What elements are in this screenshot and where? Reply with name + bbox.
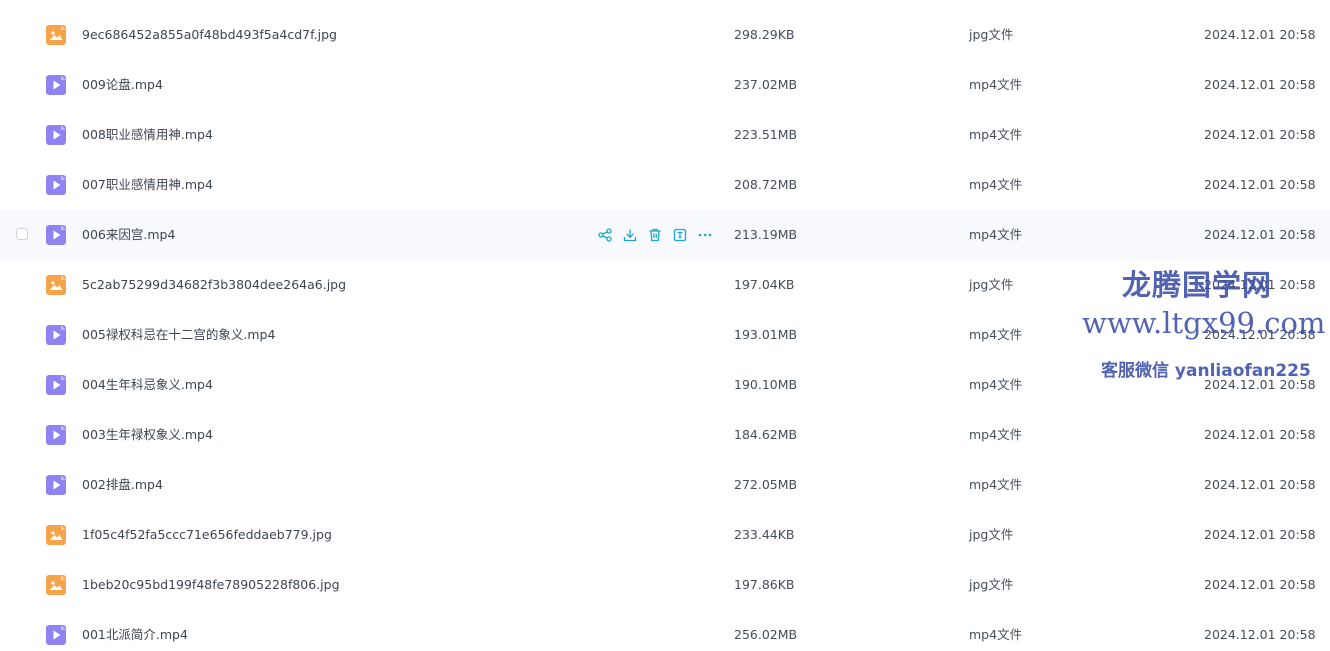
file-row[interactable]: 005禄权科忌在十二宫的象义.mp4 193.01MB mp4文件 2024.12.0… [0,310,1330,360]
file-date: 2024.12.01 20:58 [1204,577,1316,592]
file-size: 190.10MB [734,377,798,392]
file-date: 2024.12.01 20:58 [1204,177,1316,192]
video-file-icon [46,225,66,245]
file-date: 2024.12.01 20:58 [1204,327,1316,342]
video-file-icon [46,425,66,445]
file-date: 2024.12.01 20:58 [1204,477,1316,492]
file-row[interactable]: 009论盘.mp4 237.02MB mp4文件 2024.12.01 20:58 [0,60,1330,110]
file-type: jpg文件 [969,577,1014,592]
file-row[interactable]: 1beb20c95bd199f48fe78905228f806.jpg 197.8… [0,560,1330,610]
file-list: 9ec686452a855a0f48bd493f5a4cd7f.jpg 298.2… [0,0,1330,651]
image-file-icon [46,525,66,545]
file-size: 208.72MB [734,177,798,192]
file-type: jpg文件 [969,527,1014,542]
file-name[interactable]: 003生年禄权象义.mp4 [82,410,213,460]
file-name[interactable]: 004生年科忌象义.mp4 [82,360,213,410]
file-date: 2024.12.01 20:58 [1204,427,1316,442]
video-file-icon [46,175,66,195]
video-file-icon [46,75,66,95]
file-type: jpg文件 [969,277,1014,292]
file-row[interactable]: 008职业感情用神.mp4 223.51MB mp4文件 2024.12.01 20:… [0,110,1330,160]
file-row[interactable]: 5c2ab75299d34682f3b3804dee264a6.jpg 197.0… [0,260,1330,310]
image-file-icon [46,275,66,295]
file-name[interactable]: 007职业感情用神.mp4 [82,160,213,210]
file-name[interactable]: 008职业感情用神.mp4 [82,110,213,160]
video-file-icon [46,375,66,395]
video-file-icon [46,475,66,495]
file-type: mp4文件 [969,177,1023,192]
file-type: jpg文件 [969,27,1014,42]
file-type: mp4文件 [969,427,1023,442]
file-row[interactable]: 002排盘.mp4 272.05MB mp4文件 2024.12.01 20:58 [0,460,1330,510]
file-type: mp4文件 [969,77,1023,92]
row-actions [597,227,713,243]
file-name[interactable]: 002排盘.mp4 [82,460,163,510]
download-icon[interactable] [622,227,638,243]
file-name[interactable]: 1beb20c95bd199f48fe78905228f806.jpg [82,560,340,610]
image-file-icon [46,575,66,595]
file-size: 193.01MB [734,327,798,342]
file-name[interactable]: 009论盘.mp4 [82,60,163,110]
file-size: 298.29KB [734,27,795,42]
share-icon[interactable] [597,227,613,243]
file-size: 197.04KB [734,277,795,292]
file-name[interactable]: 1f05c4f52fa5ccc71e656feddaeb779.jpg [82,510,332,560]
file-date: 2024.12.01 20:58 [1204,227,1316,242]
file-row[interactable]: 006来因宫.mp4 213.19MB mp4文件 2024.12.01 20:58 [0,210,1330,260]
image-file-icon [46,25,66,45]
file-type: mp4文件 [969,127,1023,142]
row-checkbox[interactable] [16,228,28,240]
file-name[interactable]: 9ec686452a855a0f48bd493f5a4cd7f.jpg [82,10,337,60]
file-date: 2024.12.01 20:58 [1204,127,1316,142]
file-name[interactable]: 001北派简介.mp4 [82,610,188,651]
file-row[interactable]: 007职业感情用神.mp4 208.72MB mp4文件 2024.12.01 20:… [0,160,1330,210]
file-name[interactable]: 006来因宫.mp4 [82,210,175,260]
file-row[interactable]: 9ec686452a855a0f48bd493f5a4cd7f.jpg 298.2… [0,10,1330,60]
file-size: 256.02MB [734,627,798,642]
file-date: 2024.12.01 20:58 [1204,377,1316,392]
file-size: 272.05MB [734,477,798,492]
file-date: 2024.12.01 20:58 [1204,27,1316,42]
file-size: 237.02MB [734,77,798,92]
video-file-icon [46,125,66,145]
video-file-icon [46,625,66,645]
rename-icon[interactable] [672,227,688,243]
file-type: mp4文件 [969,477,1023,492]
file-row[interactable]: 004生年科忌象义.mp4 190.10MB mp4文件 2024.12.01 20:… [0,360,1330,410]
file-type: mp4文件 [969,627,1023,642]
file-date: 2024.12.01 20:58 [1204,527,1316,542]
file-size: 233.44KB [734,527,795,542]
file-size: 223.51MB [734,127,798,142]
file-name[interactable]: 005禄权科忌在十二宫的象义.mp4 [82,310,275,360]
file-row[interactable]: 1f05c4f52fa5ccc71e656feddaeb779.jpg 233.4… [0,510,1330,560]
file-type: mp4文件 [969,377,1023,392]
file-date: 2024.12.01 20:58 [1204,627,1316,642]
file-size: 197.86KB [734,577,795,592]
file-date: 2024.12.01 20:58 [1204,77,1316,92]
file-row[interactable]: 003生年禄权象义.mp4 184.62MB mp4文件 2024.12.01 20:… [0,410,1330,460]
file-type: mp4文件 [969,227,1023,242]
file-date: 2024.12.01 20:58 [1204,277,1316,292]
file-size: 213.19MB [734,227,798,242]
file-name[interactable]: 5c2ab75299d34682f3b3804dee264a6.jpg [82,260,346,310]
file-type: mp4文件 [969,327,1023,342]
more-icon[interactable] [697,227,713,243]
video-file-icon [46,325,66,345]
file-size: 184.62MB [734,427,798,442]
file-row[interactable]: 001北派简介.mp4 256.02MB mp4文件 2024.12.01 20:58 [0,610,1330,651]
delete-icon[interactable] [647,227,663,243]
